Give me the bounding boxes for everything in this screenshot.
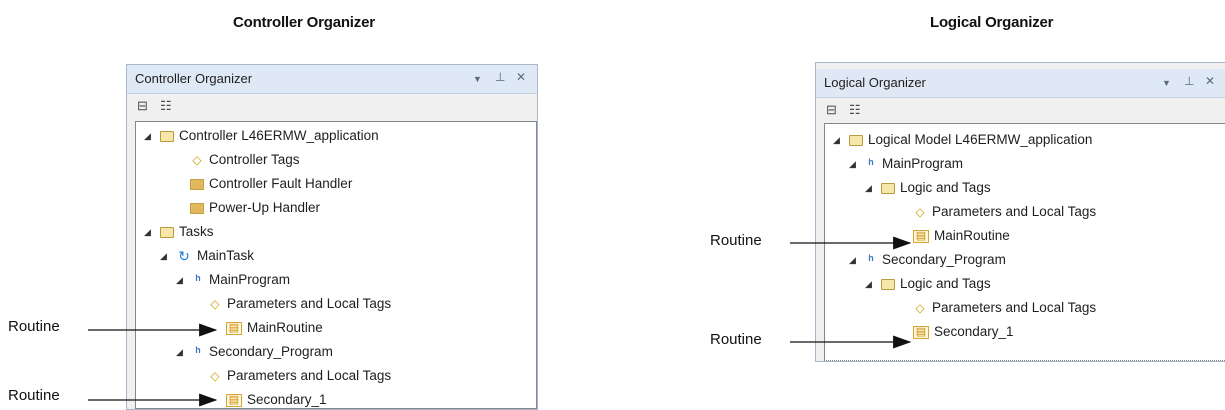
callout-arrows xyxy=(88,236,912,407)
